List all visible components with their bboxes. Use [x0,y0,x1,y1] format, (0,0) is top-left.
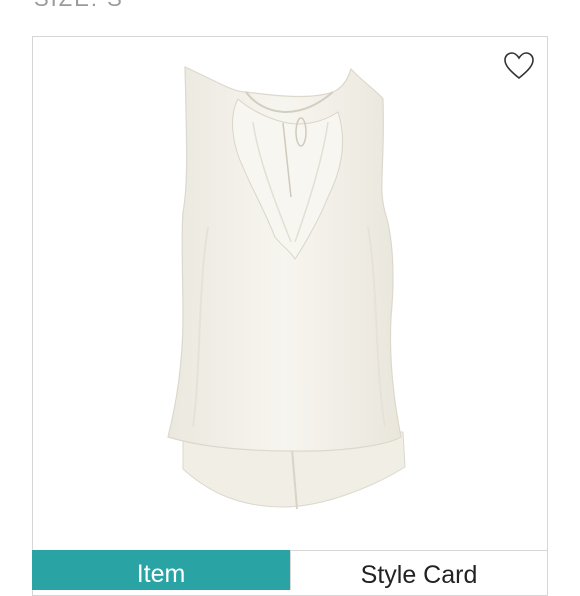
tab-style-card-label: Style Card [360,561,478,589]
product-card [32,36,548,596]
heart-outline-icon[interactable] [503,51,535,81]
tab-item[interactable]: Item [32,550,290,590]
size-label: SIZE: S [34,0,124,12]
tab-style-card[interactable]: Style Card [290,550,548,590]
tab-bar: Item Style Card [32,550,548,590]
tab-item-label: Item [136,560,186,588]
product-image [167,66,406,510]
